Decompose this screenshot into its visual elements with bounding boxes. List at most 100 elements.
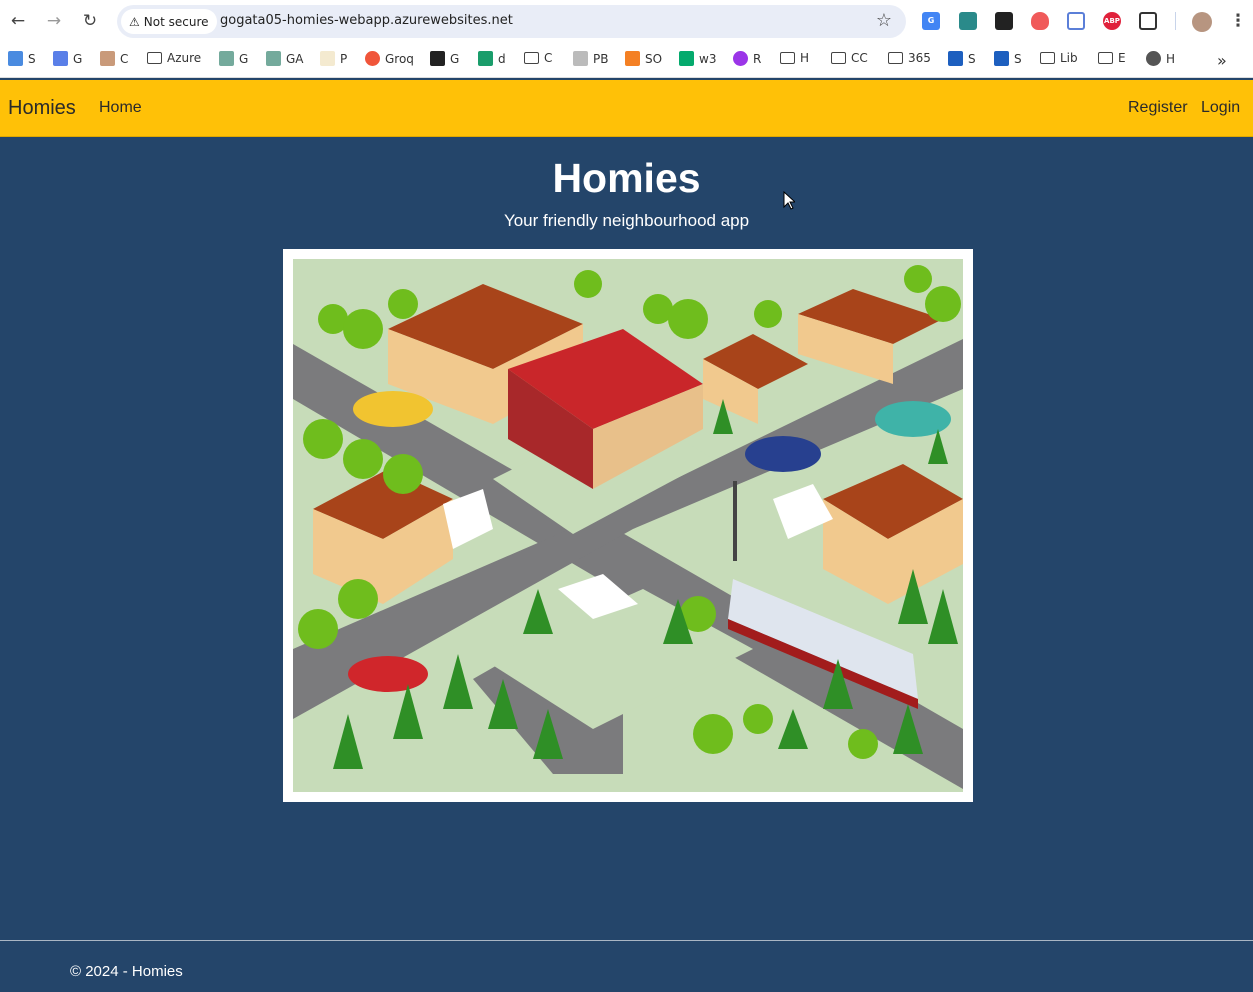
bookmark-label: P [340, 51, 348, 66]
stackoverflow-icon [625, 51, 640, 66]
footer: © 2024 - Homies [0, 940, 1253, 992]
folder-icon [524, 52, 539, 64]
bookmark-item[interactable]: SO [625, 51, 662, 66]
folder-icon [888, 52, 903, 64]
globe-icon [1146, 51, 1161, 66]
puzzle-icon[interactable] [1139, 12, 1157, 30]
bookmark-label: G [73, 51, 83, 66]
bookmark-item[interactable]: H [780, 51, 809, 65]
bookmark-item[interactable]: C [524, 51, 552, 65]
folder-icon [1040, 52, 1055, 64]
hero-image [283, 249, 973, 802]
groq-icon [365, 51, 380, 66]
address-bar[interactable]: ⚠ Not secure gogata05-homies-webapp.azur… [117, 5, 906, 38]
bookmark-star-icon[interactable]: ☆ [876, 10, 892, 31]
footer-copyright: © 2024 - Homies [70, 963, 183, 980]
folder-icon [831, 52, 846, 64]
page-title: Homies [552, 155, 701, 201]
security-label: Not secure [143, 14, 209, 29]
security-chip[interactable]: ⚠ Not secure [121, 9, 217, 34]
back-icon[interactable]: ← [7, 10, 29, 32]
bookmark-item[interactable]: R [733, 51, 761, 66]
folder-icon [780, 52, 795, 64]
bookmark-item[interactable]: G [53, 51, 82, 66]
bookmark-item[interactable]: Lib [1040, 51, 1078, 65]
extension-icon[interactable] [959, 12, 977, 30]
bookmark-label: PB [593, 51, 609, 66]
bookmark-item[interactable]: C [100, 51, 128, 66]
folder-icon [1098, 52, 1113, 64]
bookmark-label: Groq [385, 51, 414, 66]
forward-icon[interactable]: → [43, 10, 65, 32]
bookmark-item[interactable]: S [8, 51, 36, 66]
warning-icon: ⚠ [129, 14, 140, 29]
github-icon [430, 51, 445, 66]
url-text[interactable]: gogata05-homies-webapp.azurewebsites.net [220, 13, 513, 28]
navbar: Homies Home Register Login [0, 80, 1253, 137]
brand-link[interactable]: Homies [8, 97, 76, 120]
grid-icon[interactable] [1067, 12, 1085, 30]
reload-icon[interactable]: ↻ [79, 10, 101, 32]
d-icon [478, 51, 493, 66]
bookmark-label: G [450, 51, 460, 66]
bookmark-item[interactable]: w3 [679, 51, 716, 66]
bookmark-label: S [28, 51, 36, 66]
bookmark-item[interactable]: Groq [365, 51, 414, 66]
bookmark-label: S [968, 51, 976, 66]
bookmark-item[interactable]: G [219, 51, 248, 66]
binary-icon [573, 51, 588, 66]
bookmark-label: H [1166, 51, 1176, 66]
shield-icon [948, 51, 963, 66]
neighbourhood-illustration [293, 259, 963, 792]
bookmark-item[interactable]: d [478, 51, 506, 66]
bookmark-item[interactable]: E [1098, 51, 1126, 65]
bookmark-item[interactable]: 365 [888, 51, 931, 65]
anthropic-icon [100, 51, 115, 66]
bookmark-label: GA [286, 51, 304, 66]
bookmark-label: w3 [699, 51, 717, 66]
avatar[interactable] [1192, 12, 1212, 32]
bookmark-item[interactable]: H [1146, 51, 1175, 66]
bookmark-label: SO [645, 51, 663, 66]
bookmark-label: Lib [1060, 51, 1078, 65]
bookmark-item[interactable]: PB [573, 51, 608, 66]
nav-register[interactable]: Register [1128, 99, 1188, 117]
bookmark-label: S [1014, 51, 1022, 66]
bookmark-item[interactable]: Azure [147, 51, 201, 65]
menu-icon[interactable]: ⋮ [1227, 10, 1249, 32]
divider [1175, 12, 1176, 30]
browser-toolbar: ← → ↻ ⚠ Not secure gogata05-homies-webap… [0, 0, 1253, 42]
bookmark-item[interactable]: S [994, 51, 1022, 66]
u-icon [733, 51, 748, 66]
openai-icon [266, 51, 281, 66]
pi-icon [320, 51, 335, 66]
google-translate-icon[interactable]: G [922, 12, 940, 30]
bookmark-item[interactable]: GA [266, 51, 304, 66]
bookmarks-bar: S G C Azure G GA P Groq Gd C PB SO w3 R H CC 365 S S Lib E H » [0, 42, 1253, 78]
bookmark-item[interactable]: P [320, 51, 347, 66]
bookmark-label: E [1118, 51, 1126, 65]
more-bookmarks-icon[interactable]: » [1217, 51, 1227, 70]
nav-login[interactable]: Login [1201, 99, 1240, 117]
bookmark-label: G [239, 51, 249, 66]
openai-icon [219, 51, 234, 66]
bookmark-label: H [800, 51, 810, 65]
bookmark-label: 365 [908, 51, 931, 65]
bookmark-label: Azure [167, 51, 202, 65]
bookmark-item[interactable]: S [948, 51, 976, 66]
folder-icon [147, 52, 162, 64]
bookmark-item[interactable]: CC [831, 51, 868, 65]
gemini-icon [53, 51, 68, 66]
shield-icon [994, 51, 1009, 66]
nav-home[interactable]: Home [99, 99, 142, 117]
shield-icon[interactable] [1031, 12, 1049, 30]
bookmark-label: C [120, 51, 129, 66]
page-subtitle: Your friendly neighbourhood app [503, 211, 750, 230]
adblock-icon[interactable]: ABP [1103, 12, 1121, 30]
plane-icon [8, 51, 23, 66]
w3schools-icon [679, 51, 694, 66]
mouse-cursor-icon [783, 191, 795, 210]
extension-icon[interactable] [995, 12, 1013, 30]
bookmark-item[interactable]: G [430, 51, 459, 66]
bookmark-label: CC [851, 51, 868, 65]
